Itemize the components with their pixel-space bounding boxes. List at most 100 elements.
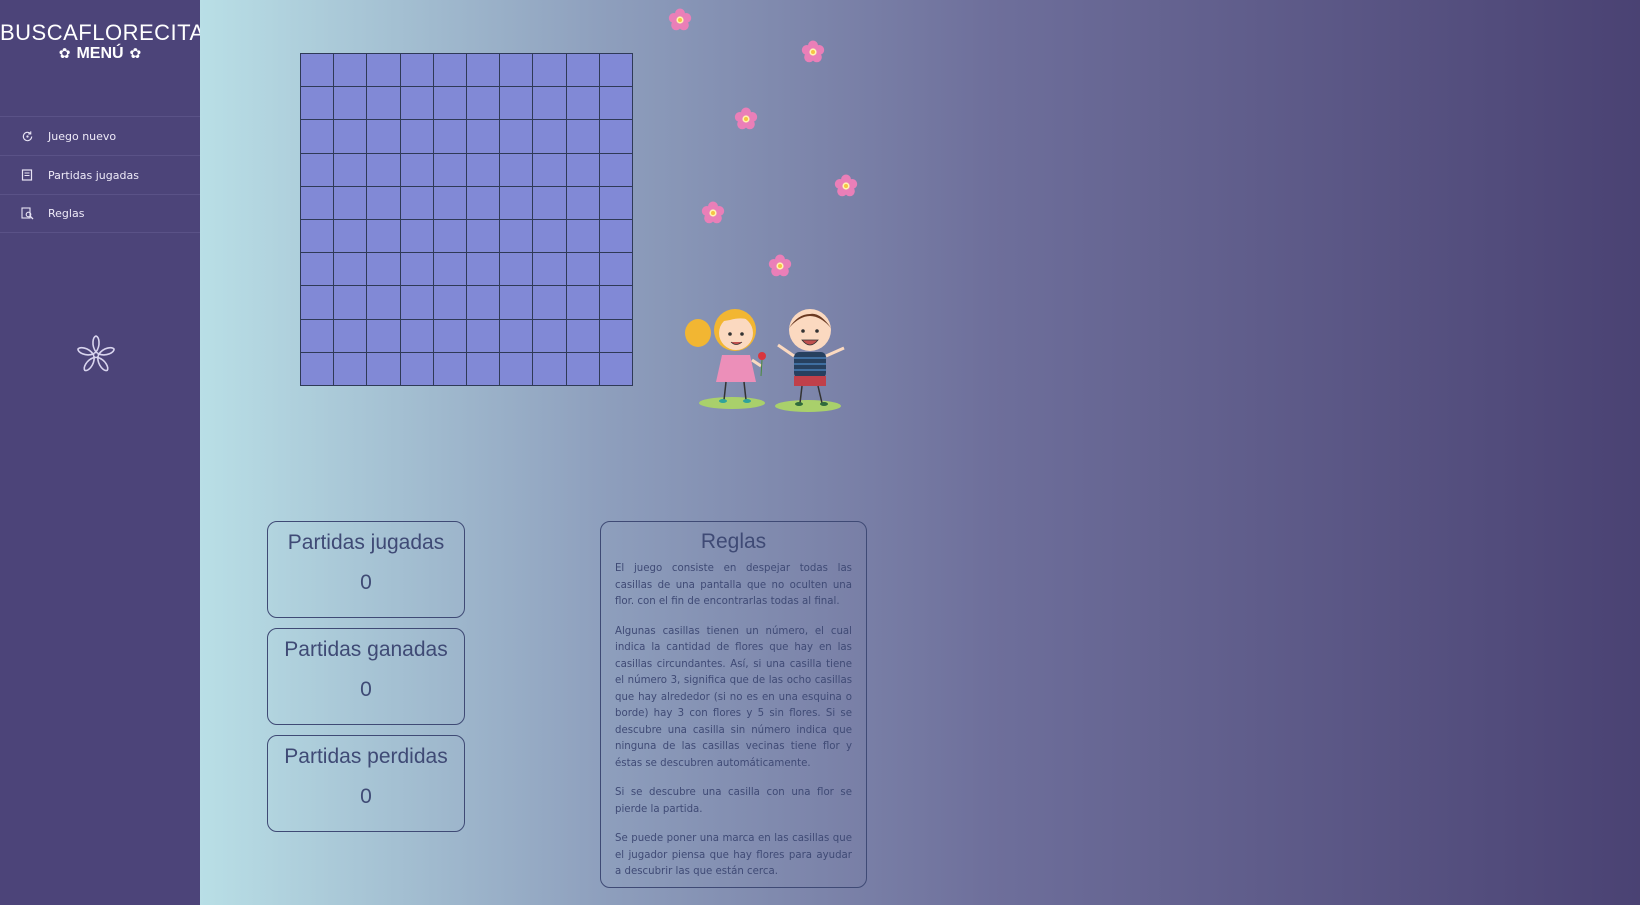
board-cell[interactable] — [467, 286, 500, 319]
board-cell[interactable] — [467, 54, 500, 87]
board-cell[interactable] — [301, 87, 334, 120]
board-cell[interactable] — [566, 352, 599, 385]
board-cell[interactable] — [301, 120, 334, 153]
board-cell[interactable] — [301, 153, 334, 186]
board-cell[interactable] — [433, 286, 466, 319]
board-cell[interactable] — [500, 286, 533, 319]
board-cell[interactable] — [467, 352, 500, 385]
board-cell[interactable] — [433, 220, 466, 253]
board-cell[interactable] — [500, 153, 533, 186]
board-cell[interactable] — [566, 120, 599, 153]
board-cell[interactable] — [400, 253, 433, 286]
board-cell[interactable] — [533, 186, 566, 219]
board-cell[interactable] — [467, 120, 500, 153]
board-cell[interactable] — [367, 120, 400, 153]
board-cell[interactable] — [367, 87, 400, 120]
board-cell[interactable] — [599, 352, 632, 385]
board-cell[interactable] — [467, 87, 500, 120]
board-cell[interactable] — [433, 186, 466, 219]
board-cell[interactable] — [599, 153, 632, 186]
board-cell[interactable] — [500, 220, 533, 253]
board-cell[interactable] — [400, 87, 433, 120]
board-cell[interactable] — [500, 120, 533, 153]
board-cell[interactable] — [500, 253, 533, 286]
board-cell[interactable] — [599, 120, 632, 153]
board-cell[interactable] — [533, 319, 566, 352]
board-cell[interactable] — [433, 352, 466, 385]
board-cell[interactable] — [334, 352, 367, 385]
board-cell[interactable] — [566, 286, 599, 319]
board-cell[interactable] — [566, 153, 599, 186]
board-cell[interactable] — [367, 253, 400, 286]
board-cell[interactable] — [599, 186, 632, 219]
board-cell[interactable] — [334, 220, 367, 253]
board-cell[interactable] — [433, 120, 466, 153]
board-cell[interactable] — [599, 286, 632, 319]
board-cell[interactable] — [400, 286, 433, 319]
board-cell[interactable] — [367, 286, 400, 319]
board-cell[interactable] — [566, 220, 599, 253]
board-cell[interactable] — [301, 286, 334, 319]
board-cell[interactable] — [334, 286, 367, 319]
board-cell[interactable] — [301, 319, 334, 352]
board-cell[interactable] — [566, 253, 599, 286]
sidebar-item-partidas-jugadas[interactable]: Partidas jugadas — [0, 155, 200, 194]
sidebar-item-juego-nuevo[interactable]: Juego nuevo — [0, 116, 200, 155]
board-cell[interactable] — [533, 352, 566, 385]
board-cell[interactable] — [301, 186, 334, 219]
board-cell[interactable] — [433, 87, 466, 120]
board-cell[interactable] — [500, 54, 533, 87]
board-cell[interactable] — [334, 87, 367, 120]
sidebar-item-reglas[interactable]: Reglas — [0, 194, 200, 233]
board-cell[interactable] — [599, 87, 632, 120]
board-cell[interactable] — [500, 319, 533, 352]
board-cell[interactable] — [533, 87, 566, 120]
board-cell[interactable] — [433, 153, 466, 186]
board-cell[interactable] — [433, 319, 466, 352]
board-cell[interactable] — [334, 153, 367, 186]
board-cell[interactable] — [599, 319, 632, 352]
board-cell[interactable] — [599, 54, 632, 87]
board-cell[interactable] — [467, 253, 500, 286]
board-cell[interactable] — [500, 352, 533, 385]
board-cell[interactable] — [566, 186, 599, 219]
board-cell[interactable] — [400, 319, 433, 352]
board-cell[interactable] — [301, 54, 334, 87]
board-cell[interactable] — [367, 186, 400, 219]
board-cell[interactable] — [467, 153, 500, 186]
board-cell[interactable] — [334, 54, 367, 87]
board-cell[interactable] — [400, 153, 433, 186]
board-cell[interactable] — [367, 220, 400, 253]
board-cell[interactable] — [400, 220, 433, 253]
board-cell[interactable] — [467, 186, 500, 219]
board-cell[interactable] — [500, 186, 533, 219]
board-cell[interactable] — [533, 54, 566, 87]
board-cell[interactable] — [400, 352, 433, 385]
board-cell[interactable] — [467, 220, 500, 253]
board-cell[interactable] — [599, 253, 632, 286]
board-cell[interactable] — [433, 54, 466, 87]
board-cell[interactable] — [334, 319, 367, 352]
board-cell[interactable] — [533, 220, 566, 253]
board-cell[interactable] — [400, 120, 433, 153]
board-cell[interactable] — [400, 186, 433, 219]
board-cell[interactable] — [301, 253, 334, 286]
board-cell[interactable] — [301, 220, 334, 253]
board-cell[interactable] — [301, 352, 334, 385]
board-cell[interactable] — [566, 87, 599, 120]
board-cell[interactable] — [533, 120, 566, 153]
board-cell[interactable] — [533, 286, 566, 319]
board-cell[interactable] — [367, 319, 400, 352]
board-cell[interactable] — [533, 153, 566, 186]
board-cell[interactable] — [500, 87, 533, 120]
board-cell[interactable] — [400, 54, 433, 87]
board-cell[interactable] — [367, 54, 400, 87]
board-cell[interactable] — [334, 253, 367, 286]
board-cell[interactable] — [433, 253, 466, 286]
board-cell[interactable] — [334, 120, 367, 153]
board-cell[interactable] — [334, 186, 367, 219]
board-cell[interactable] — [599, 220, 632, 253]
board-cell[interactable] — [566, 54, 599, 87]
board-cell[interactable] — [367, 153, 400, 186]
board-cell[interactable] — [566, 319, 599, 352]
